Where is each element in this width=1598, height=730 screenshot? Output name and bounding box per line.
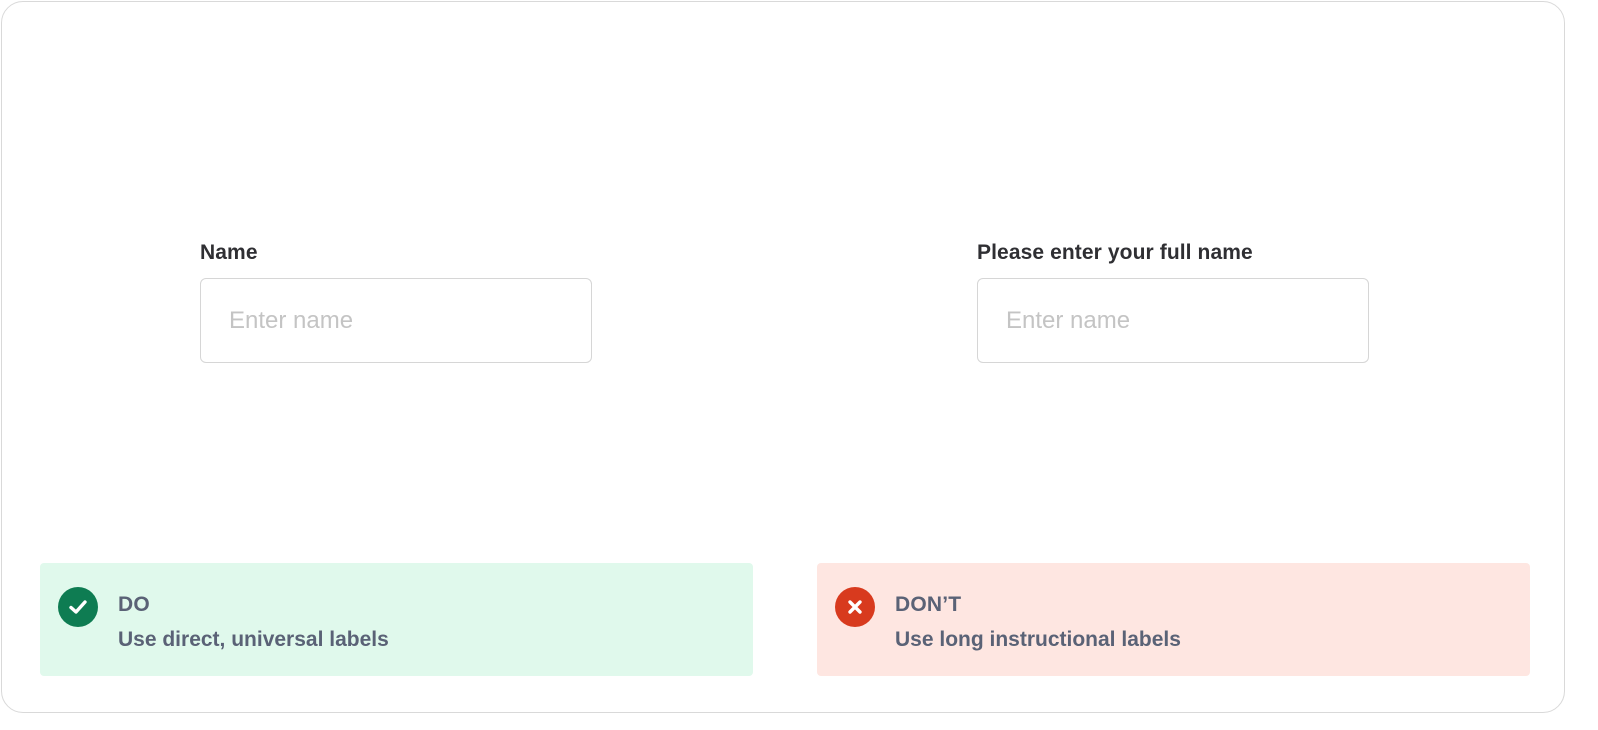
do-guidance-box: DO Use direct, universal labels xyxy=(40,563,753,676)
name-input[interactable] xyxy=(200,278,592,363)
name-label: Name xyxy=(200,241,258,264)
do-title: DO xyxy=(118,593,150,616)
good-example-field: Name xyxy=(200,238,592,363)
bad-example-field: Please enter your full name xyxy=(977,238,1369,363)
do-text: Use direct, universal labels xyxy=(118,628,389,651)
dont-text: Use long instructional labels xyxy=(895,628,1181,651)
dont-guidance-box: DON’T Use long instructional labels xyxy=(817,563,1530,676)
full-name-label: Please enter your full name xyxy=(977,241,1253,264)
check-circle-icon xyxy=(58,587,98,627)
full-name-input[interactable] xyxy=(977,278,1369,363)
x-circle-icon xyxy=(835,587,875,627)
example-card: Name Please enter your full name DO Use … xyxy=(1,1,1565,713)
dont-title: DON’T xyxy=(895,593,962,616)
